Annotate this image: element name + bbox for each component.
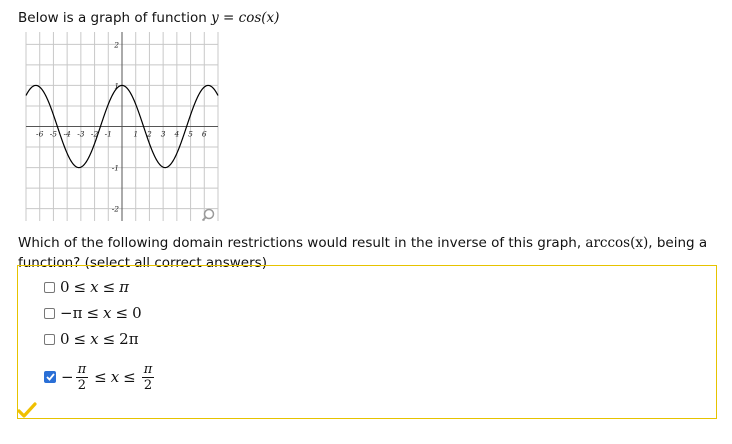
choice-text: −π — [60, 304, 83, 322]
choice-neg-pi-to-0[interactable]: −π ≤ x ≤ 0 — [44, 303, 142, 323]
choice-neg-half-pi-to-half-pi[interactable]: − π 2 ≤ x ≤ π 2 — [44, 362, 156, 392]
choice-text: 2π — [119, 330, 139, 348]
prompt-formula: y = cos(x) — [211, 10, 280, 26]
choice-text: ≤ — [115, 304, 129, 322]
choice-text: x — [90, 330, 99, 348]
fraction-pi-over-2: π 2 — [75, 361, 89, 393]
check-icon — [45, 373, 55, 381]
fraction-pi-over-2: π 2 — [141, 361, 155, 393]
choice-text: 0 — [132, 304, 142, 322]
x-tick-label: 3 — [161, 130, 166, 139]
x-tick-label: -4 — [63, 130, 71, 139]
choice-text: ≤ — [86, 304, 100, 322]
checkbox-unchecked[interactable] — [44, 333, 55, 345]
fraction-denominator: 2 — [143, 377, 153, 393]
cosine-graph: -6 -5 -4 -3 -2 -1 1 2 3 4 5 621-1-2 — [25, 32, 219, 222]
choice-text: ≤ — [94, 368, 107, 386]
y-tick-label: -1 — [112, 164, 119, 173]
correct-checkmark-icon — [17, 402, 37, 418]
x-tick-label: -6 — [36, 130, 44, 139]
choice-text: x — [103, 304, 112, 322]
question-text-before: Which of the following domain restrictio… — [18, 235, 582, 251]
choice-0-to-2pi[interactable]: 0 ≤ x ≤ 2π — [44, 329, 139, 349]
fraction-numerator: π — [141, 361, 155, 378]
x-tick-label: -1 — [105, 130, 112, 139]
choice-text: x — [110, 368, 120, 386]
choice-text: π — [119, 278, 130, 296]
choice-text: ≤ — [73, 278, 87, 296]
checkbox-checked[interactable] — [44, 371, 56, 383]
prompt-label: Below is a graph of function — [18, 10, 207, 26]
fraction-denominator: 2 — [77, 377, 86, 393]
choice-text: x — [90, 278, 99, 296]
choice-text: ≤ — [102, 278, 116, 296]
choice-text: − — [61, 368, 74, 386]
choice-text: 0 — [60, 330, 70, 348]
choice-text: ≤ — [102, 330, 116, 348]
prompt-text: Below is a graph of function y = cos(x) — [18, 10, 279, 26]
y-tick-label: 2 — [113, 40, 119, 49]
x-tick-label: -3 — [77, 130, 85, 139]
choice-text: ≤ — [73, 330, 87, 348]
choice-text: 0 — [60, 278, 70, 296]
x-tick-label: 6 — [202, 130, 207, 139]
choice-0-to-pi[interactable]: 0 ≤ x ≤ π — [44, 277, 129, 297]
fraction-numerator: π — [75, 361, 89, 378]
x-tick-label: 1 — [133, 130, 138, 139]
question-formula: arccos(x) — [585, 235, 649, 251]
answer-choices-box: 0 ≤ x ≤ π −π ≤ x ≤ 0 0 ≤ x ≤ 2π − π 2 ≤ … — [17, 265, 717, 419]
graph-axes — [26, 32, 218, 221]
checkbox-unchecked[interactable] — [44, 307, 55, 319]
x-tick-label: 5 — [188, 130, 193, 139]
choice-text: ≤ — [123, 368, 136, 386]
checkbox-unchecked[interactable] — [44, 281, 55, 293]
x-tick-label: -5 — [50, 130, 58, 139]
y-tick-label: -2 — [112, 205, 120, 214]
x-tick-label: 4 — [173, 130, 179, 139]
